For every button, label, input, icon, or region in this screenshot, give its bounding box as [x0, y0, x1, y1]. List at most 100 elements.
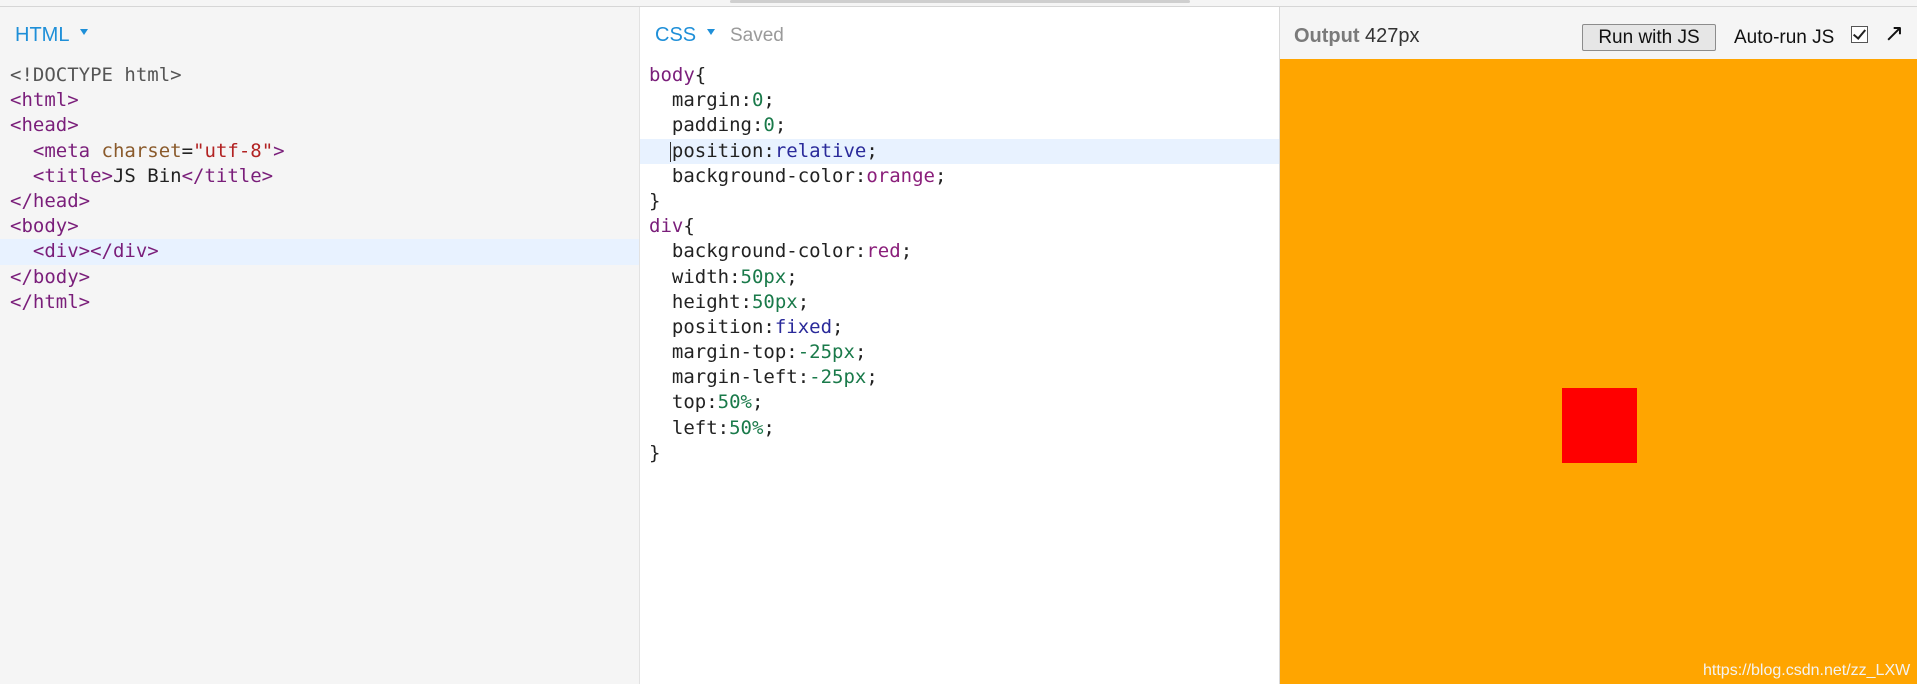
code-token: 50% [729, 416, 764, 439]
code-line[interactable]: position:relative; [640, 138, 1279, 164]
code-token: : [763, 315, 775, 338]
html-editor[interactable]: <!DOCTYPE html> <html> <head> <meta charse… [0, 63, 639, 315]
code-line[interactable]: <div></div> [0, 239, 639, 265]
css-panel-menu[interactable]: CSS [655, 24, 696, 47]
run-with-js-button[interactable]: Run with JS [1582, 24, 1716, 51]
code-line[interactable]: </head> [0, 189, 639, 214]
output-panel-header: Output 427px Run with JS Auto-run JS ↗ [1280, 7, 1917, 58]
code-line[interactable]: top:50%; [640, 390, 1279, 415]
chevron-down-icon[interactable] [707, 29, 715, 35]
code-token: position [649, 139, 764, 162]
code-token: <title> [32, 164, 113, 187]
css-editor[interactable]: body{ margin:0; padding:0; position:rela… [640, 63, 1279, 466]
text-cursor [670, 141, 671, 162]
code-token: margin [649, 89, 741, 112]
html-panel-menu[interactable]: HTML [15, 24, 69, 47]
code-line[interactable]: } [640, 441, 1279, 466]
code-token: : [763, 139, 775, 162]
code-token: padding [649, 114, 752, 137]
code-token: <div></div> [32, 240, 159, 263]
code-line[interactable]: <body> [0, 214, 639, 239]
html-panel-header: HTML [0, 7, 639, 62]
code-line[interactable]: padding:0; [640, 113, 1279, 138]
code-token: { [683, 215, 695, 238]
output-label: Output [1294, 25, 1360, 47]
code-token: ; [774, 114, 787, 137]
code-token: } [649, 189, 661, 212]
code-token: </html> [10, 290, 91, 313]
code-token: background-color [649, 240, 855, 263]
save-status: Saved [730, 25, 784, 46]
code-line[interactable]: </body> [0, 265, 639, 290]
code-token: left [649, 416, 718, 439]
code-token: : [786, 341, 798, 364]
code-token: 50px [740, 265, 787, 288]
code-line[interactable]: margin-left:-25px; [640, 365, 1279, 390]
code-token: height [649, 290, 741, 313]
code-token: ; [854, 341, 867, 364]
code-token: ; [751, 391, 764, 414]
code-token: : [717, 416, 730, 439]
code-token: 0 [751, 89, 764, 112]
code-token: -25px [797, 341, 855, 364]
red-square [1562, 388, 1637, 463]
code-line[interactable]: position:fixed; [640, 315, 1279, 340]
code-line[interactable]: <head> [0, 113, 639, 138]
code-token: ; [866, 366, 878, 389]
code-token: { [694, 64, 707, 86]
code-token: background-color [649, 164, 855, 187]
code-line[interactable]: div{ [640, 214, 1279, 239]
code-token: relative [774, 139, 867, 162]
code-token: JS Bin [112, 164, 182, 187]
code-token: <meta [32, 139, 102, 162]
code-token: : [854, 240, 867, 263]
expand-arrow-icon[interactable]: ↗ [1884, 19, 1904, 47]
code-line[interactable]: width:50px; [640, 265, 1279, 290]
scrollbar-thumb[interactable] [730, 0, 1190, 3]
code-line[interactable]: <!DOCTYPE html> [0, 63, 639, 88]
chevron-down-icon[interactable] [80, 29, 88, 35]
code-token: div [649, 215, 684, 238]
code-token: width [649, 265, 730, 288]
watermark: https://blog.csdn.net/zz_LXW [1703, 662, 1911, 679]
code-line[interactable]: body{ [640, 63, 1279, 88]
code-token: margin-left [649, 366, 798, 389]
auto-run-checkbox[interactable] [1851, 26, 1868, 43]
top-scrollbar[interactable] [0, 0, 1917, 7]
code-token: </body> [10, 265, 91, 288]
code-line[interactable]: <meta charset="utf-8"> [0, 139, 639, 164]
code-token: orange [866, 164, 935, 187]
code-line[interactable]: background-color:orange; [640, 164, 1279, 189]
code-line[interactable]: left:50%; [640, 416, 1279, 441]
code-token: : [740, 89, 752, 112]
code-token: -25px [809, 366, 867, 389]
code-token: <head> [10, 114, 79, 137]
code-line[interactable]: } [640, 189, 1279, 214]
code-line[interactable]: margin-top:-25px; [640, 340, 1279, 365]
auto-run-label: Auto-run JS [1734, 27, 1835, 48]
code-token: 0 [763, 114, 775, 137]
code-line[interactable]: <title>JS Bin</title> [0, 164, 639, 189]
css-panel-header: CSS Saved [640, 7, 1279, 62]
code-line[interactable]: background-color:red; [640, 239, 1279, 264]
code-token: ; [900, 240, 913, 263]
code-token: "utf-8" [193, 139, 274, 162]
code-token: </title> [181, 164, 274, 187]
code-token: > [273, 139, 285, 162]
output-width: 427px [1365, 25, 1420, 47]
code-line[interactable]: <html> [0, 88, 639, 113]
code-token: position [649, 315, 764, 338]
output-panel: Output 427px Run with JS Auto-run JS ↗ h… [1280, 7, 1917, 684]
code-token: : [854, 164, 867, 187]
code-token: charset [101, 139, 182, 162]
code-token: <body> [10, 215, 79, 238]
code-line[interactable]: margin:0; [640, 88, 1279, 113]
code-line[interactable]: </html> [0, 290, 639, 315]
code-line[interactable]: height:50px; [640, 290, 1279, 315]
code-token: <html> [10, 89, 79, 112]
code-token: </head> [10, 189, 91, 212]
code-token: = [181, 139, 194, 162]
code-token: margin-top [649, 341, 787, 364]
code-token: ; [935, 164, 947, 187]
